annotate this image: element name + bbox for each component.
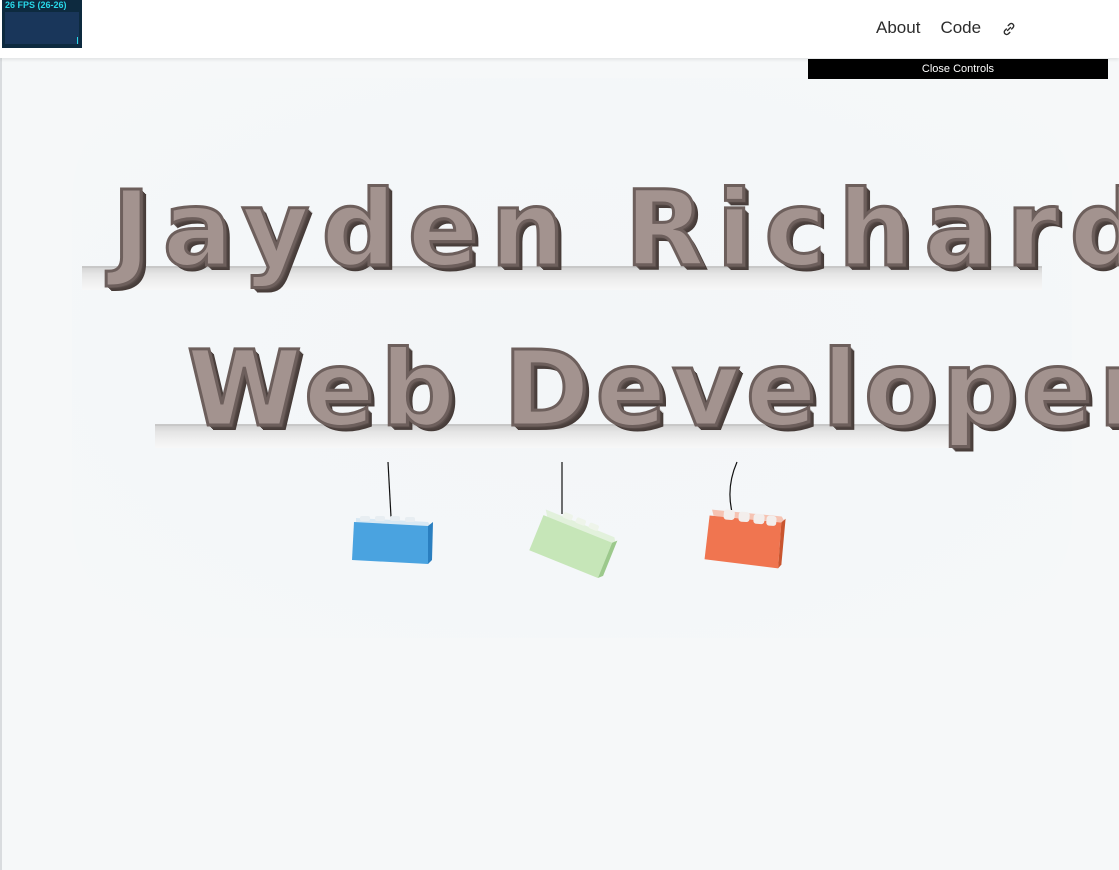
top-nav: About Code xyxy=(876,17,1017,39)
title-role-3d: Web Developer xyxy=(186,327,1119,452)
fps-graph-bar xyxy=(77,37,78,44)
fps-readout: 26 FPS (26-26) xyxy=(5,0,67,10)
app-root: Jayden Richardson Web Developer xyxy=(0,0,1119,870)
fps-graph xyxy=(5,12,79,44)
top-header: 26 FPS (26-26) About Code xyxy=(0,0,1119,58)
nav-about-link[interactable]: About xyxy=(876,17,920,39)
title-name-3d: Jayden Richardson xyxy=(110,167,1119,292)
close-controls-button[interactable]: Close Controls xyxy=(808,59,1108,79)
webgl-scene[interactable]: Jayden Richardson Web Developer xyxy=(2,58,1119,870)
left-edge-border xyxy=(0,0,2,870)
nav-code-link[interactable]: Code xyxy=(940,17,981,39)
fps-stats-panel[interactable]: 26 FPS (26-26) xyxy=(2,0,82,48)
external-link-icon[interactable] xyxy=(1001,21,1017,37)
